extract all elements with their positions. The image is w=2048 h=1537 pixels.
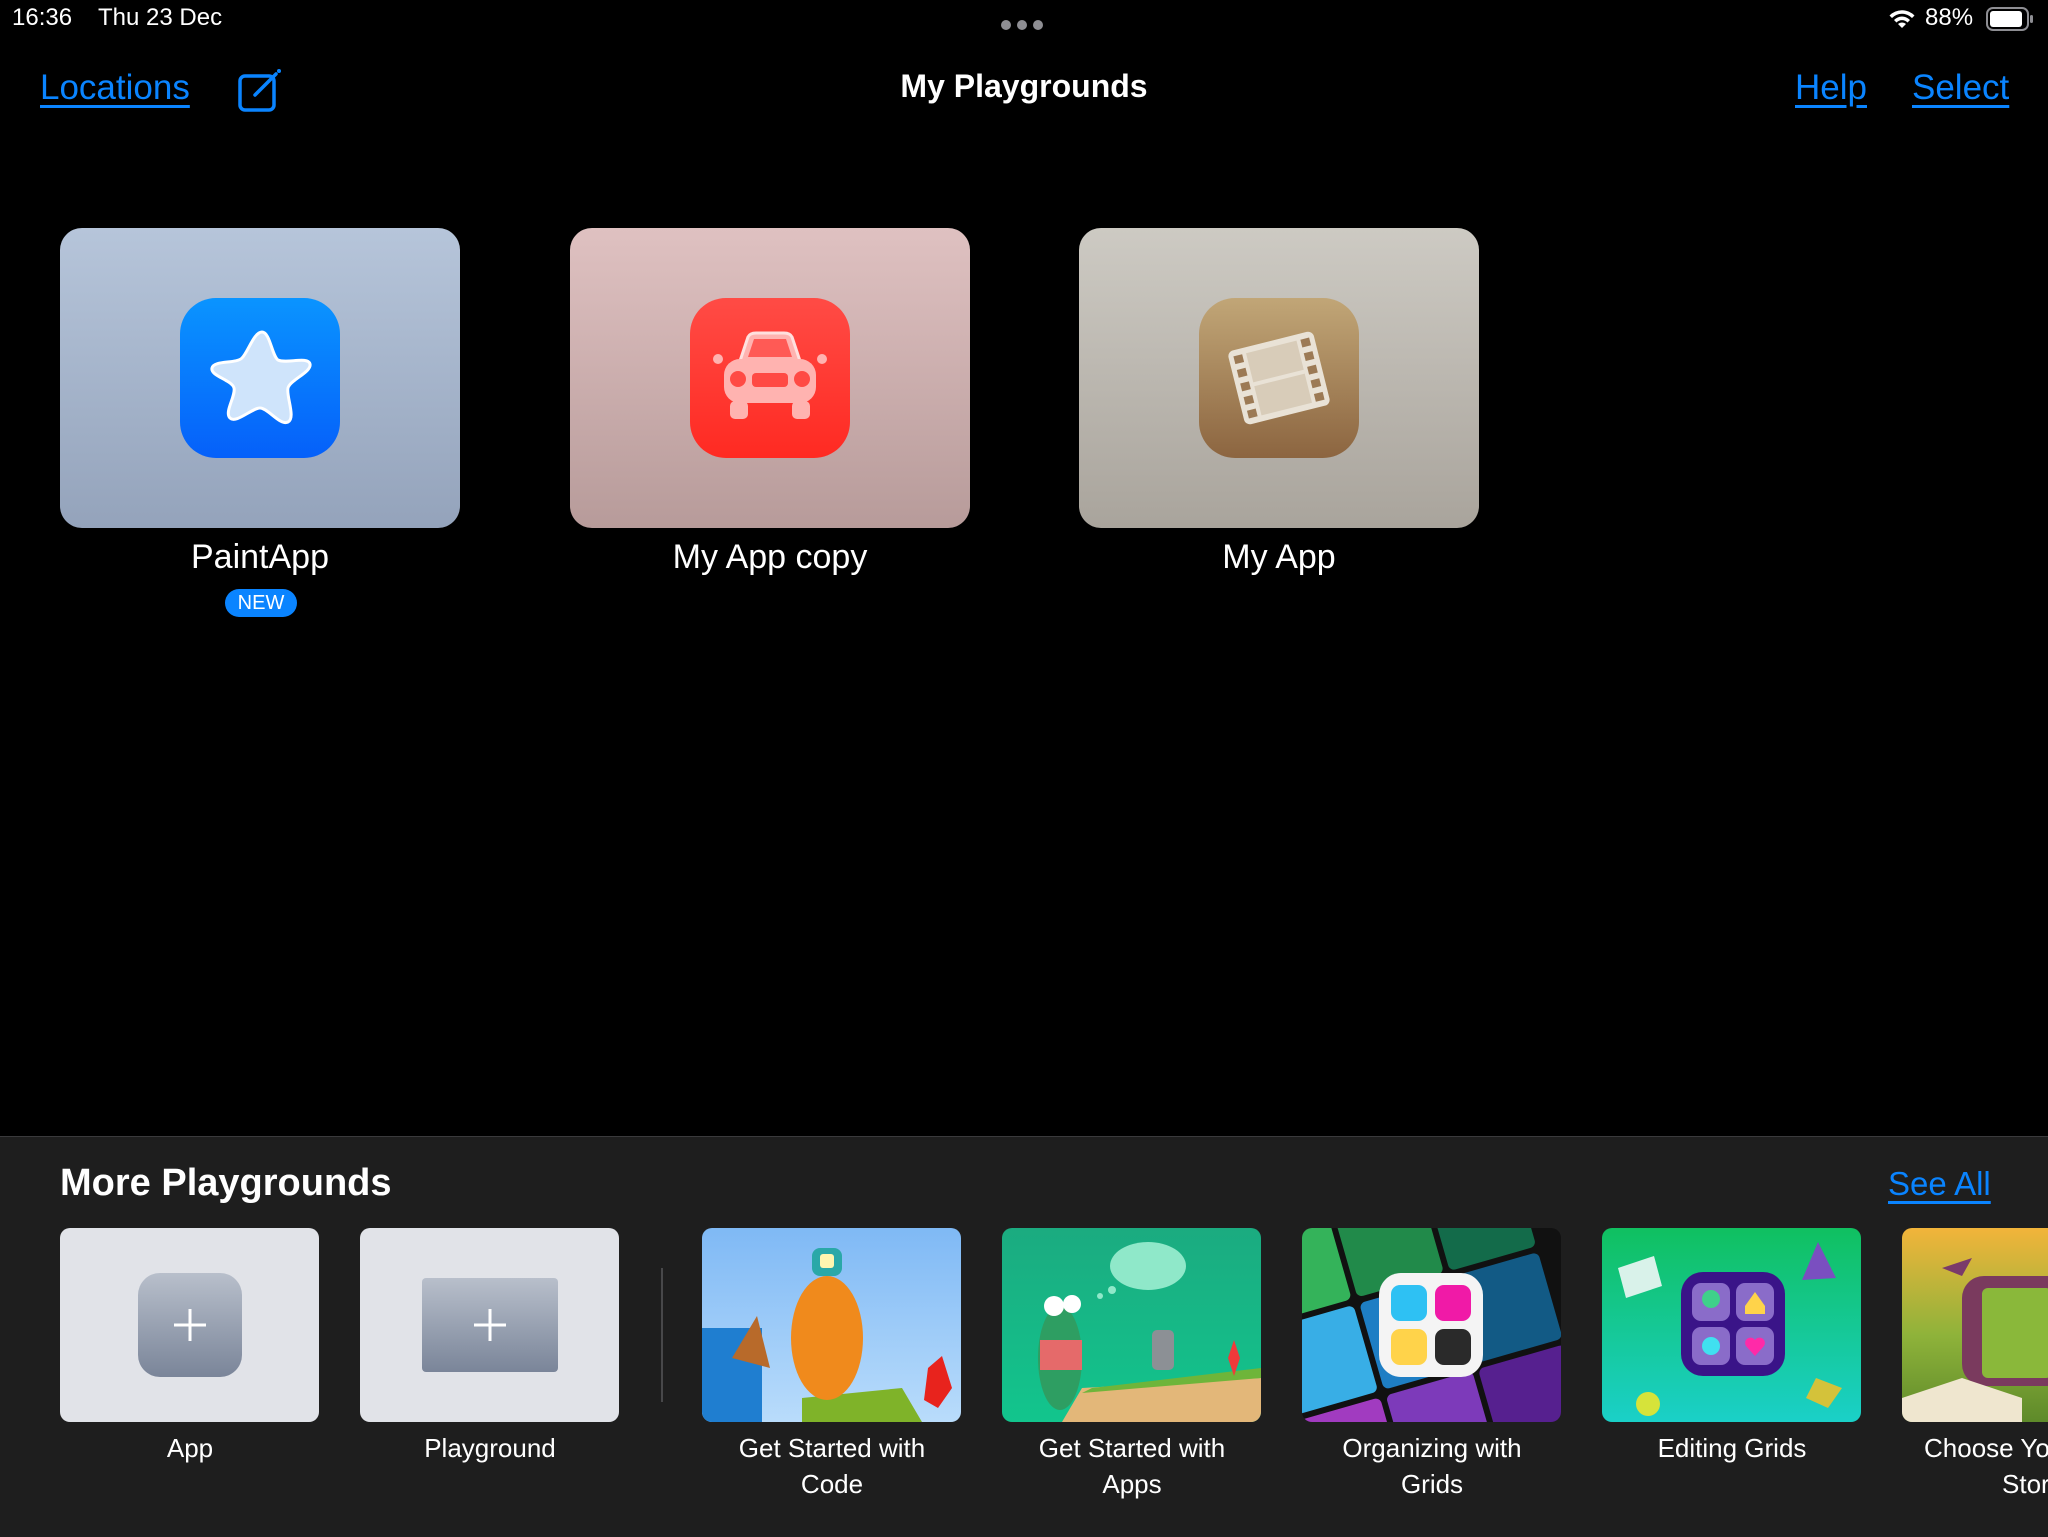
help-button[interactable]: Help	[1795, 68, 1867, 108]
tile-label: Get Started with Code	[738, 1433, 926, 1499]
new-badge: NEW	[225, 589, 297, 617]
byte-character-illustration	[702, 1248, 952, 1422]
more-playgrounds-title: More Playgrounds	[60, 1162, 392, 1204]
battery-percentage: 88%	[1925, 4, 1974, 31]
new-app-tile[interactable]	[60, 1228, 319, 1422]
see-all-button[interactable]: See All	[1888, 1165, 1991, 1203]
character-illustration	[1038, 1242, 1261, 1422]
editing-grids-illustration	[1618, 1242, 1842, 1416]
playground-name: My App	[1222, 538, 1336, 576]
battery-icon	[1986, 7, 2034, 36]
divider	[661, 1268, 663, 1402]
grid-illustration	[1302, 1228, 1561, 1422]
multitasking-dots-icon[interactable]	[1001, 20, 1043, 30]
wifi-icon	[1888, 8, 1916, 35]
star-icon	[180, 298, 340, 458]
story-book-illustration	[1902, 1258, 2048, 1422]
playground-card-paintapp[interactable]	[60, 228, 460, 528]
editing-grids-tile[interactable]	[1602, 1228, 1861, 1422]
tile-label: Organizing with Grids	[1342, 1433, 1522, 1499]
get-started-with-code-tile[interactable]	[702, 1228, 961, 1422]
page-title: My Playgrounds	[900, 68, 1148, 104]
car-icon	[690, 298, 850, 458]
get-started-with-apps-tile[interactable]	[1002, 1228, 1261, 1422]
playground-card-my-app[interactable]	[1079, 228, 1479, 528]
tile-label: Editing Grids	[1657, 1433, 1807, 1463]
new-playground-tile[interactable]	[360, 1228, 619, 1422]
tile-label: Choose Yo Stor	[1924, 1433, 2048, 1499]
tile-label: Get Started with Apps	[1038, 1433, 1226, 1499]
playground-card-my-app-copy[interactable]	[570, 228, 970, 528]
organizing-with-grids-tile[interactable]	[1302, 1228, 1561, 1422]
playground-name: PaintApp	[191, 538, 329, 576]
select-button[interactable]: Select	[1912, 68, 2009, 108]
film-strip-icon	[1199, 298, 1359, 458]
plus-icon	[421, 1278, 558, 1372]
plus-icon	[137, 1273, 242, 1377]
tile-label: Playground	[424, 1433, 556, 1463]
status-date: Thu 23 Dec	[98, 4, 223, 31]
playground-name: My App copy	[672, 538, 868, 576]
choose-your-story-tile[interactable]	[1902, 1228, 2048, 1422]
status-time: 16:36	[12, 4, 73, 31]
tile-label: App	[166, 1433, 214, 1463]
